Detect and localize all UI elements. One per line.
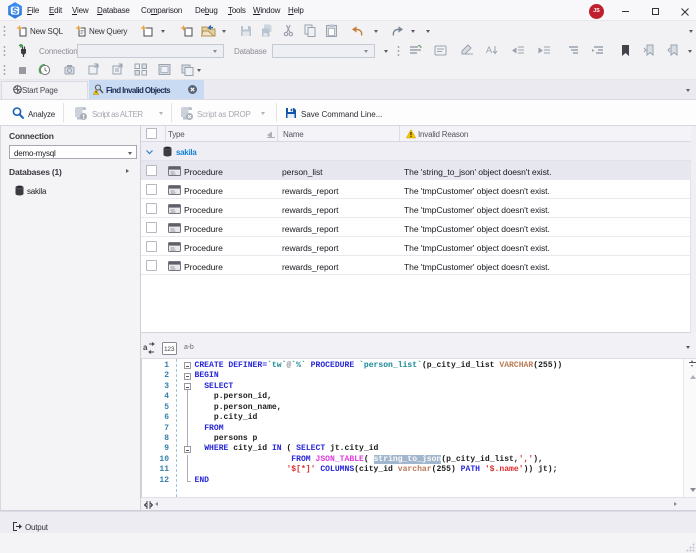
svg-text:A: A: [486, 45, 492, 55]
svg-text:a: a: [143, 343, 148, 352]
svg-text:123: 123: [164, 346, 175, 353]
